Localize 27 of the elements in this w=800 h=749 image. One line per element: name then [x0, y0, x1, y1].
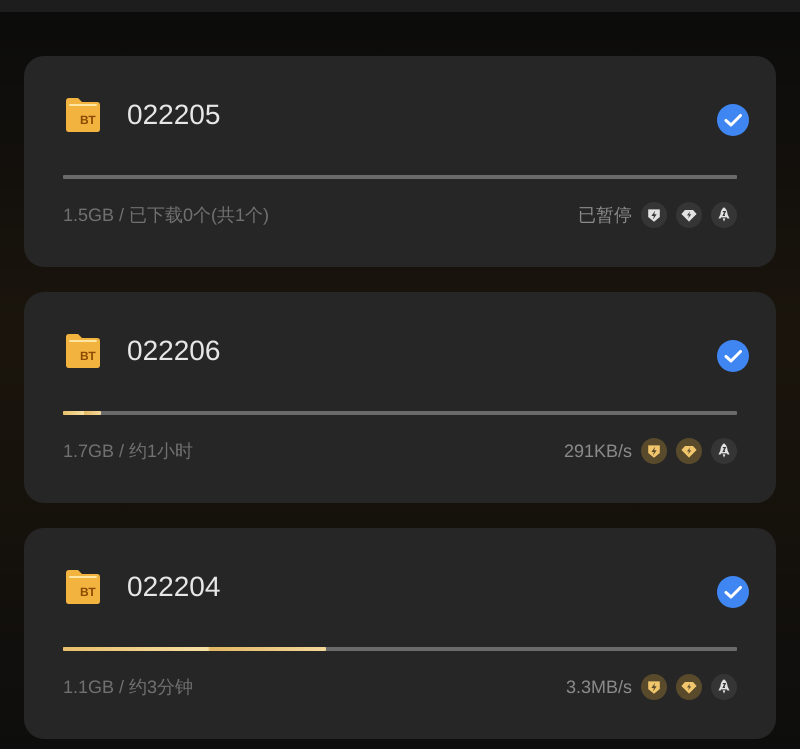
shield-icon[interactable]	[641, 674, 667, 700]
checkmark-icon[interactable]	[717, 340, 749, 372]
checkmark-icon[interactable]	[717, 104, 749, 136]
folder-icon	[63, 331, 103, 371]
task-card[interactable]: BT 022204 1.1GB / 约3分钟 3.3MB/s	[24, 528, 776, 739]
task-info: 1.7GB / 约1小时	[63, 440, 194, 462]
task-name: 022204	[127, 570, 222, 604]
task-card[interactable]: BT 022206 1.7GB / 约1小时 291KB/s	[24, 292, 776, 503]
task-name: 022205	[127, 98, 222, 132]
task-card[interactable]: BT 022205 1.5GB / 已下载0个(共1个) 已暂停	[24, 56, 776, 267]
file-type-label: BT	[80, 114, 96, 127]
task-info: 1.1GB / 约3分钟	[63, 676, 194, 698]
task-name: 022206	[127, 334, 222, 368]
file-type-label: BT	[80, 350, 96, 363]
rocket-icon[interactable]	[711, 674, 737, 700]
task-info: 1.5GB / 已下载0个(共1个)	[63, 204, 270, 226]
task-status: 291KB/s	[564, 440, 632, 462]
shield-icon[interactable]	[641, 438, 667, 464]
shield-icon[interactable]	[641, 202, 667, 228]
checkmark-icon[interactable]	[717, 576, 749, 608]
file-type-label: BT	[80, 586, 96, 599]
folder-icon	[63, 95, 103, 135]
task-status: 3.3MB/s	[566, 676, 632, 698]
folder-icon	[63, 567, 103, 607]
rocket-icon[interactable]	[711, 202, 737, 228]
task-status: 已暂停	[578, 204, 632, 226]
rocket-icon[interactable]	[711, 438, 737, 464]
